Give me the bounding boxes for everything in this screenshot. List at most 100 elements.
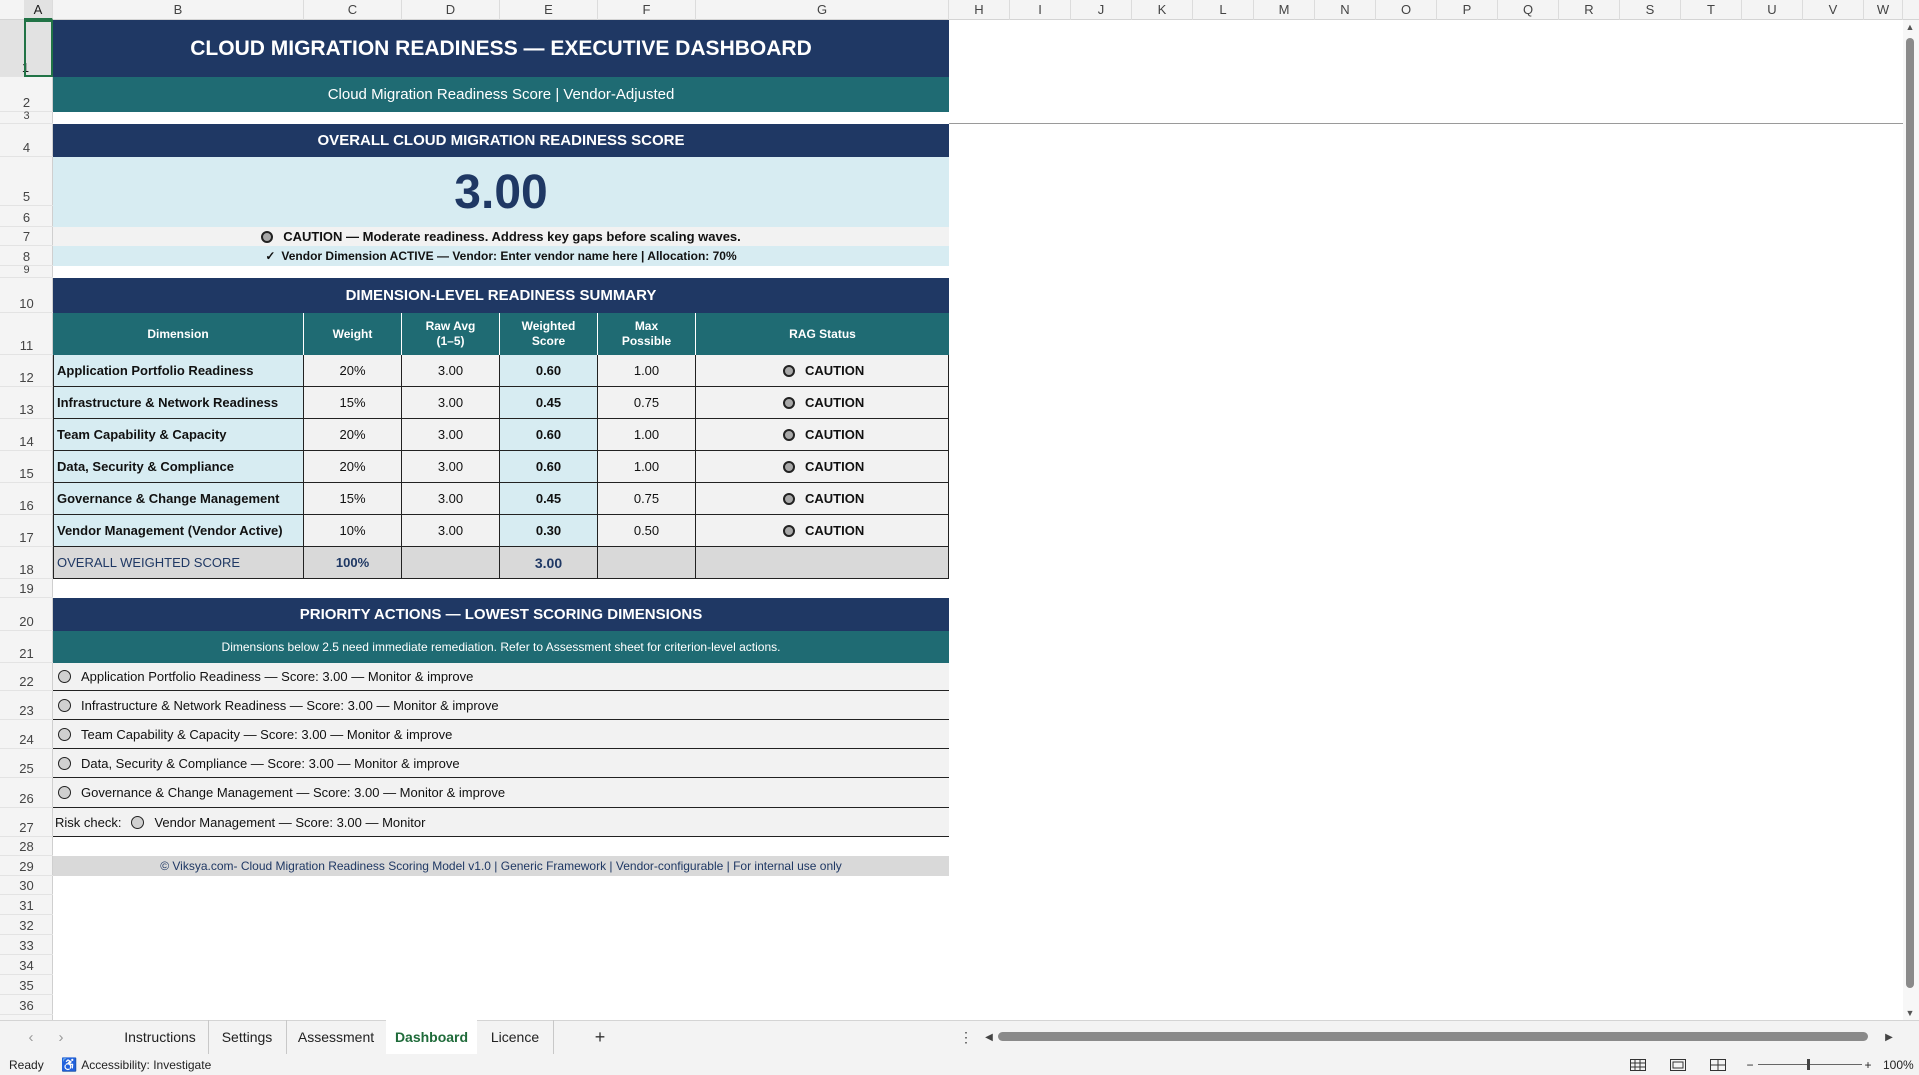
column-header-j[interactable]: J (1071, 0, 1132, 20)
caution-status-line: CAUTION — Moderate readiness. Address ke… (53, 227, 949, 246)
row-header-21[interactable]: 21 (0, 631, 53, 663)
row-header-23[interactable]: 23 (0, 691, 53, 720)
row-header-13[interactable]: 13 (0, 387, 53, 419)
column-header-o[interactable]: O (1376, 0, 1437, 20)
row-border-line (949, 123, 1903, 124)
selected-cell[interactable] (24, 20, 53, 77)
column-header-a[interactable]: A (24, 0, 53, 20)
weight-cell: 15% (304, 387, 402, 419)
normal-view-icon[interactable] (1626, 1054, 1650, 1075)
column-header-q[interactable]: Q (1498, 0, 1559, 20)
rag-status-cell: CAUTION (696, 419, 949, 451)
row-header-5[interactable]: 5 (0, 157, 53, 206)
column-header-r[interactable]: R (1559, 0, 1620, 20)
page-layout-view-icon[interactable] (1666, 1054, 1690, 1075)
row-header-9[interactable]: 9 (0, 264, 53, 278)
column-header-f[interactable]: F (598, 0, 696, 20)
row-header-10[interactable]: 10 (0, 278, 53, 313)
total-label: OVERALL WEIGHTED SCORE (53, 547, 304, 579)
tab-scroll-left-icon[interactable]: ‹ (20, 1020, 42, 1054)
row-header-19[interactable]: 19 (0, 579, 53, 598)
zoom-level[interactable]: 100% (1883, 1054, 1914, 1075)
column-header-l[interactable]: L (1193, 0, 1254, 20)
sheet-tab-licence[interactable]: Licence (477, 1020, 554, 1054)
sheet-tab-dashboard[interactable]: Dashboard (386, 1020, 477, 1057)
max-possible-cell: 0.75 (598, 483, 696, 515)
column-header-m[interactable]: M (1254, 0, 1315, 20)
column-header-v[interactable]: V (1803, 0, 1864, 20)
row-header-31[interactable]: 31 (0, 895, 53, 915)
sheet-tab-assessment[interactable]: Assessment (286, 1020, 387, 1054)
hscroll-right-icon[interactable]: ▶ (1882, 1020, 1896, 1054)
row-header-12[interactable]: 12 (0, 355, 53, 387)
rag-status-cell: CAUTION (696, 451, 949, 483)
column-header-b[interactable]: B (53, 0, 304, 20)
row-header-3[interactable]: 3 (0, 110, 53, 124)
column-header-d[interactable]: D (402, 0, 500, 20)
row-header-28[interactable]: 28 (0, 837, 53, 856)
row-header-35[interactable]: 35 (0, 975, 53, 995)
row-header-11[interactable]: 11 (0, 313, 53, 355)
rag-dot-icon (783, 428, 795, 441)
row-header-14[interactable]: 14 (0, 419, 53, 451)
tab-scroll-right-icon[interactable]: › (50, 1020, 72, 1054)
row-header-30[interactable]: 30 (0, 876, 53, 895)
column-header-k[interactable]: K (1132, 0, 1193, 20)
raw-avg-cell: 3.00 (402, 483, 500, 515)
row-header-25[interactable]: 25 (0, 749, 53, 778)
accessibility-status[interactable]: ♿ Accessibility: Investigate (61, 1054, 211, 1075)
sheet-tab-instructions[interactable]: Instructions (112, 1020, 209, 1054)
page-break-view-icon[interactable] (1706, 1054, 1730, 1075)
rag-dot-icon (783, 396, 795, 409)
scroll-up-icon[interactable]: ▲ (1905, 22, 1915, 32)
horizontal-scroll-thumb[interactable] (998, 1032, 1868, 1041)
row-header-36[interactable]: 36 (0, 995, 53, 1015)
row-header-29[interactable]: 29 (0, 856, 53, 876)
column-header-s[interactable]: S (1620, 0, 1681, 20)
row-header-18[interactable]: 18 (0, 547, 53, 579)
row-header-17[interactable]: 17 (0, 515, 53, 547)
column-header-h[interactable]: H (949, 0, 1010, 20)
row-header-22[interactable]: 22 (0, 663, 53, 691)
column-header-c[interactable]: C (304, 0, 402, 20)
row-header-8[interactable]: 8 (0, 246, 53, 266)
add-sheet-button[interactable]: + (585, 1020, 615, 1054)
scroll-down-icon[interactable]: ▼ (1905, 1008, 1915, 1018)
zoom-slider-track[interactable] (1758, 1064, 1862, 1065)
column-header-g[interactable]: G (696, 0, 949, 20)
row-header-27[interactable]: 27 (0, 808, 53, 837)
row-header-34[interactable]: 34 (0, 955, 53, 975)
hscroll-left-icon[interactable]: ◀ (982, 1020, 996, 1054)
zoom-in-button[interactable]: + (1862, 1054, 1874, 1075)
sheet-tab-settings[interactable]: Settings (208, 1020, 287, 1054)
row-header-20[interactable]: 20 (0, 598, 53, 631)
zoom-slider-thumb[interactable] (1807, 1059, 1810, 1070)
rag-status-cell: CAUTION (696, 355, 949, 387)
row-header-4[interactable]: 4 (0, 124, 53, 157)
row-header-32[interactable]: 32 (0, 915, 53, 935)
max-possible-cell: 0.50 (598, 515, 696, 547)
row-header-16[interactable]: 16 (0, 483, 53, 515)
more-options-icon[interactable]: ⋮ (958, 1020, 974, 1054)
row-header-2[interactable]: 2 (0, 77, 53, 112)
column-header-u[interactable]: U (1742, 0, 1803, 20)
row-header-33[interactable]: 33 (0, 935, 53, 955)
column-header-n[interactable]: N (1315, 0, 1376, 20)
row-header-24[interactable]: 24 (0, 720, 53, 749)
row-header-7[interactable]: 7 (0, 227, 53, 246)
column-header-p[interactable]: P (1437, 0, 1498, 20)
rag-status-text: CAUTION (805, 395, 865, 410)
column-header-e[interactable]: E (500, 0, 598, 20)
row-header-15[interactable]: 15 (0, 451, 53, 483)
priority-item: Application Portfolio Readiness — Score:… (53, 663, 949, 691)
rag-status-text: CAUTION (805, 363, 865, 378)
column-header-t[interactable]: T (1681, 0, 1742, 20)
priority-item: Governance & Change Management — Score: … (53, 778, 949, 808)
row-header-6[interactable]: 6 (0, 206, 53, 227)
column-header-w[interactable]: W (1864, 0, 1903, 20)
row-header-26[interactable]: 26 (0, 778, 53, 808)
rag-status-text: CAUTION (805, 491, 865, 506)
vertical-scroll-thumb[interactable] (1906, 38, 1914, 988)
zoom-out-button[interactable]: − (1744, 1054, 1756, 1075)
column-header-i[interactable]: I (1010, 0, 1071, 20)
